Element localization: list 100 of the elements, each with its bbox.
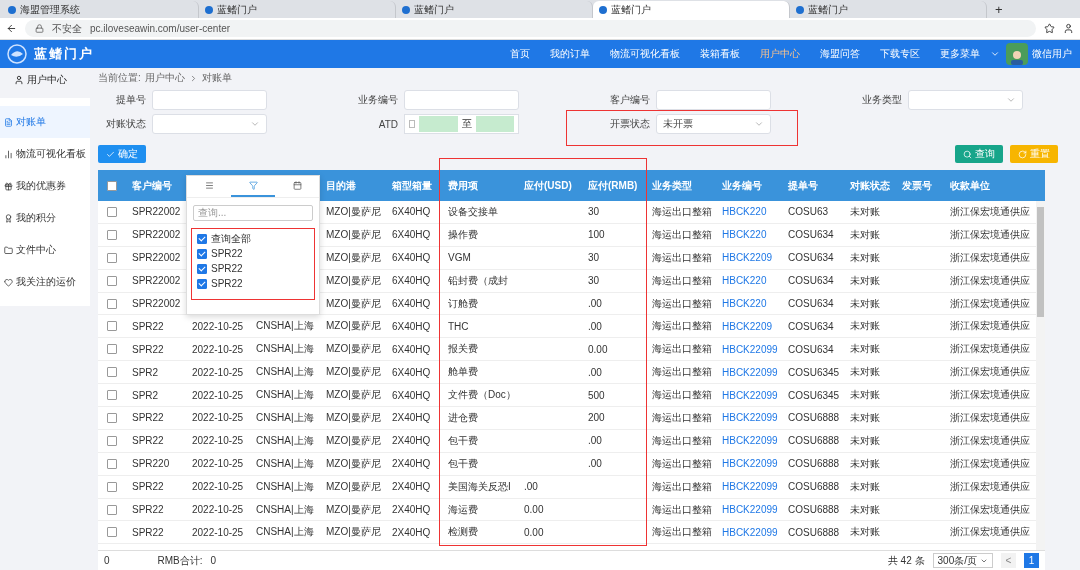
select-all-checkbox[interactable] — [107, 180, 117, 191]
business-number-link[interactable]: HBCK22099 — [722, 526, 778, 538]
business-number-link[interactable]: HBCK220 — [722, 298, 767, 309]
column-header[interactable]: 收款单位 — [950, 179, 990, 191]
nav-link[interactable]: 海盟问答 — [810, 47, 870, 61]
menu-icon — [204, 181, 214, 190]
row-checkbox[interactable] — [107, 344, 117, 355]
row-checkbox[interactable] — [107, 458, 117, 469]
row-checkbox[interactable] — [107, 412, 117, 423]
filter-search-field[interactable]: 查询... — [193, 205, 313, 221]
option-label[interactable]: SPR22 — [211, 248, 243, 259]
column-header[interactable]: 客户编号 — [132, 179, 172, 191]
sidebar-item[interactable]: 物流可视化看板 — [0, 138, 90, 170]
prev-page-button[interactable]: < — [1001, 553, 1016, 568]
option-label[interactable]: 查询全部 — [211, 231, 251, 246]
column-header[interactable]: 费用项 — [448, 179, 478, 191]
input-field[interactable] — [152, 90, 267, 110]
sidebar-item[interactable]: 我的优惠券 — [0, 170, 90, 202]
sidebar-item[interactable]: 文件中心 — [0, 234, 90, 266]
column-header[interactable]: 目的港 — [326, 179, 356, 191]
scrollbar[interactable] — [1036, 201, 1045, 550]
option-checkbox[interactable] — [197, 233, 207, 244]
new-tab-button[interactable]: + — [987, 1, 1011, 17]
business-number-link[interactable]: HBCK22099 — [722, 412, 778, 424]
sidebar-item[interactable]: 我的积分 — [0, 202, 90, 234]
row-checkbox[interactable] — [107, 298, 117, 309]
nav-link[interactable]: 物流可视化看板 — [600, 47, 690, 61]
select-field[interactable] — [908, 90, 1023, 110]
business-number-link[interactable]: HBCK22099 — [722, 481, 778, 493]
option-checkbox[interactable] — [197, 248, 207, 259]
table-cell: COSU6888 — [788, 481, 840, 493]
business-number-link[interactable]: HBCK22099 — [722, 343, 778, 355]
row-checkbox[interactable] — [107, 390, 117, 401]
row-checkbox[interactable] — [107, 321, 117, 332]
row-checkbox[interactable] — [107, 435, 117, 446]
column-header[interactable]: 业务编号 — [722, 179, 762, 191]
business-number-link[interactable]: HBCK22099 — [722, 389, 778, 401]
option-label[interactable]: SPR22 — [211, 263, 243, 274]
nav-link[interactable]: 下载专区 — [870, 47, 930, 61]
column-header[interactable]: 提单号 — [788, 179, 818, 191]
business-number-link[interactable]: HBCK2209 — [722, 252, 773, 264]
site-logo[interactable]: 蓝鳍门户 — [34, 45, 94, 63]
sidebar-item[interactable]: 对账单 — [0, 106, 90, 138]
page-button[interactable]: 1 — [1024, 553, 1039, 568]
column-header[interactable]: 应付(RMB) — [588, 179, 638, 191]
row-checkbox[interactable] — [107, 504, 117, 515]
column-header[interactable]: 应付(USD) — [524, 179, 572, 191]
avatar[interactable] — [1006, 43, 1028, 65]
search-button[interactable]: 查询 — [955, 145, 1003, 163]
business-number-link[interactable]: HBCK22099 — [722, 504, 778, 515]
row-checkbox[interactable] — [107, 206, 117, 217]
confirm-button[interactable]: 确定 — [98, 145, 146, 163]
page-size-select[interactable]: 300条/页 — [932, 553, 993, 568]
business-number-link[interactable]: HBCK22099 — [722, 435, 778, 447]
date-input[interactable] — [419, 116, 458, 132]
table-cell: VGM — [448, 252, 471, 264]
input-field[interactable] — [404, 90, 519, 110]
back-icon[interactable] — [6, 23, 17, 34]
chevron-icon — [754, 119, 764, 129]
nav-link[interactable]: 装箱看板 — [690, 47, 750, 61]
business-number-link[interactable]: HBCK2209 — [722, 320, 773, 332]
row-checkbox[interactable] — [107, 481, 117, 492]
option-label[interactable]: SPR22 — [211, 278, 243, 289]
column-header[interactable]: 对账状态 — [850, 179, 890, 191]
column-header[interactable]: 箱型箱量 — [392, 179, 432, 191]
breadcrumb-item[interactable]: 对账单 — [201, 71, 232, 85]
address-bar[interactable]: 不安全 pc.iloveseawin.com/user-center — [25, 20, 1036, 37]
profile-icon[interactable] — [1063, 23, 1074, 34]
table-cell: MZO|曼萨尼 — [326, 343, 381, 355]
star-icon[interactable] — [1044, 23, 1055, 34]
browser-tab[interactable]: 蓝鳍门户 — [593, 1, 790, 18]
table-cell: COSU63 — [788, 206, 828, 218]
nav-link[interactable]: 我的订单 — [540, 47, 600, 61]
input-field[interactable] — [656, 90, 771, 110]
business-number-link[interactable]: HBCK220 — [722, 275, 767, 287]
fish-logo-icon — [6, 44, 28, 64]
user-name[interactable]: 微信用户 — [1032, 47, 1080, 61]
option-checkbox[interactable] — [197, 263, 207, 274]
nav-link[interactable]: 首页 — [500, 47, 540, 61]
business-number-link[interactable]: HBCK22099 — [722, 366, 778, 378]
select-field[interactable]: 未开票 — [656, 114, 771, 134]
nav-link[interactable]: 用户中心 — [750, 47, 810, 61]
select-field[interactable] — [152, 114, 267, 134]
row-checkbox[interactable] — [107, 229, 117, 240]
row-checkbox[interactable] — [107, 367, 117, 378]
column-header[interactable]: 业务类型 — [652, 179, 692, 191]
date-input[interactable] — [475, 116, 514, 132]
option-checkbox[interactable] — [197, 278, 207, 289]
sidebar-item[interactable]: 我关注的运价 — [0, 266, 90, 298]
row-checkbox[interactable] — [107, 527, 117, 538]
business-number-link[interactable]: HBCK220 — [722, 229, 767, 241]
business-number-link[interactable]: HBCK220 — [722, 206, 767, 218]
row-checkbox[interactable] — [107, 252, 117, 263]
table-cell: MZO|曼萨尼 — [326, 297, 381, 309]
column-header[interactable]: 发票号 — [902, 179, 932, 191]
business-number-link[interactable]: HBCK22099 — [722, 458, 778, 470]
date-range-field[interactable]: 至 — [404, 114, 519, 134]
nav-link[interactable]: 更多菜单 — [930, 47, 990, 61]
breadcrumb-item[interactable]: 用户中心 — [144, 71, 185, 85]
row-checkbox[interactable] — [107, 275, 117, 286]
